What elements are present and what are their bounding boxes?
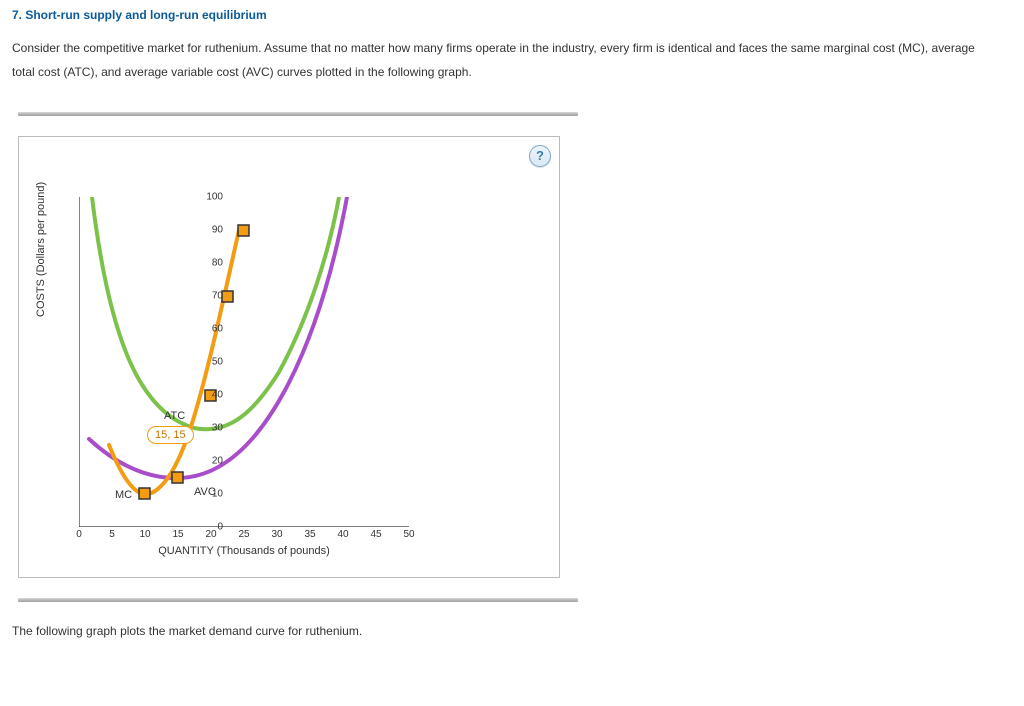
xtick-45: 45 [361, 529, 391, 540]
ytick-100: 100 [183, 192, 223, 203]
ytick-20: 20 [183, 456, 223, 467]
xtick-40: 40 [328, 529, 358, 540]
chart-panel: ? COSTS (Dollars per pound) [18, 136, 560, 578]
avc-label: AVC [194, 486, 216, 498]
footer-paragraph: The following graph plots the market dem… [12, 624, 1012, 638]
mc-label: MC [115, 489, 132, 501]
xtick-35: 35 [295, 529, 325, 540]
help-icon[interactable]: ? [529, 145, 551, 167]
ytick-70: 70 [183, 291, 223, 302]
xtick-15: 15 [163, 529, 193, 540]
xtick-25: 25 [229, 529, 259, 540]
ytick-80: 80 [183, 258, 223, 269]
divider-bottom [18, 598, 578, 602]
ytick-40: 40 [183, 390, 223, 401]
avc-curve [89, 197, 347, 478]
xtick-30: 30 [262, 529, 292, 540]
atc-label: ATC [164, 410, 185, 422]
xtick-20: 20 [196, 529, 226, 540]
xtick-50: 50 [394, 529, 424, 540]
point-tooltip: 15, 15 [147, 426, 194, 444]
xtick-5: 5 [97, 529, 127, 540]
ytick-90: 90 [183, 225, 223, 236]
y-axis-label: COSTS (Dollars per pound) [35, 182, 47, 317]
question-paragraph: Consider the competitive market for ruth… [12, 36, 992, 84]
xtick-0: 0 [64, 529, 94, 540]
question-title: 7. Short-run supply and long-run equilib… [12, 8, 1012, 22]
ytick-60: 60 [183, 324, 223, 335]
divider-top [18, 112, 578, 116]
ytick-50: 50 [183, 357, 223, 368]
cost-curves-plot[interactable] [79, 197, 409, 527]
x-axis-label: QUANTITY (Thousands of pounds) [79, 545, 409, 557]
xtick-10: 10 [130, 529, 160, 540]
